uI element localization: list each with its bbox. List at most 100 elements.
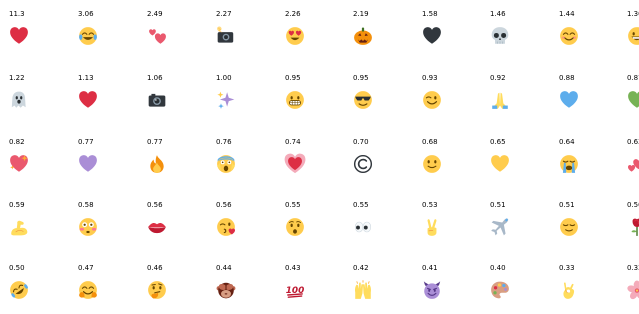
emoji-value-label: 0.56 — [216, 201, 232, 209]
red-heart-icon — [9, 26, 29, 46]
emoji-value-label: 0.62 — [627, 138, 639, 146]
emoji-cell: 0.42 — [353, 264, 413, 314]
emoji-cell: 0.32 — [627, 264, 639, 314]
emoji-cell: 1.13 — [78, 74, 138, 124]
thinking-face-icon — [147, 280, 167, 300]
emoji-cell: 0.55 — [285, 201, 345, 251]
emoji-cell: 2.26 — [285, 10, 345, 60]
emoji-cell: 0.51 — [490, 201, 550, 251]
sparkling-heart-icon — [9, 154, 29, 174]
ok-hand-icon — [559, 280, 579, 300]
slightly-smiling-face-icon — [422, 154, 442, 174]
emoji-value-label: 0.56 — [147, 201, 163, 209]
face-screaming-in-fear-icon — [216, 154, 236, 174]
face-with-tears-of-joy-icon — [78, 26, 98, 46]
copyright-icon — [353, 154, 373, 174]
emoji-cell: 1.44 — [559, 10, 619, 60]
loudly-crying-face-icon — [559, 154, 579, 174]
emoji-value-label: 0.74 — [285, 138, 301, 146]
emoji-cell: 2.19 — [353, 10, 413, 60]
emoji-cell: 0.68 — [422, 138, 482, 188]
emoji-cell: 1.58 — [422, 10, 482, 60]
winking-face-icon — [422, 90, 442, 110]
emoji-value-label: 0.50 — [627, 201, 639, 209]
emoji-value-label: 0.55 — [285, 201, 301, 209]
emoji-cell: 0.65 — [490, 138, 550, 188]
emoji-value-label: 0.82 — [9, 138, 25, 146]
eyes-icon — [353, 217, 373, 237]
emoji-value-label: 0.46 — [147, 264, 163, 272]
emoji-cell: 0.95 — [285, 74, 345, 124]
emoji-value-label: 1.13 — [78, 74, 94, 82]
emoji-cell: 0.87 — [627, 74, 639, 124]
emoji-cell: 1.30 — [627, 10, 639, 60]
hugging-face-icon — [78, 280, 98, 300]
emoji-cell: 1.22 — [9, 74, 69, 124]
see-no-evil-monkey-icon — [216, 280, 236, 300]
emoji-cell: 0.70 — [353, 138, 413, 188]
emoji-cell: 1.00 — [216, 74, 276, 124]
jack-o-lantern-icon — [353, 26, 373, 46]
emoji-cell: 0.92 — [490, 74, 550, 124]
emoji-cell: 0.47 — [78, 264, 138, 314]
ghost-icon — [9, 90, 29, 110]
airplane-icon — [490, 217, 510, 237]
emoji-cell: 2.49 — [147, 10, 207, 60]
hundred-points-icon: 100 — [285, 280, 305, 300]
emoji-cell: 0.50 — [627, 201, 639, 251]
emoji-value-label: 1.46 — [490, 10, 506, 18]
cherry-blossom-icon — [627, 280, 639, 300]
emoji-value-label: 0.53 — [422, 201, 438, 209]
emoji-value-label: 0.64 — [559, 138, 575, 146]
emoji-value-label: 11.3 — [9, 10, 25, 18]
emoji-cell: 0.56 — [216, 201, 276, 251]
grimacing-face-icon — [285, 90, 305, 110]
emoji-cell: 0.64 — [559, 138, 619, 188]
emoji-value-label: 0.59 — [9, 201, 25, 209]
emoji-value-label: 0.55 — [353, 201, 369, 209]
green-heart-icon — [627, 90, 639, 110]
emoji-value-label: 0.95 — [285, 74, 301, 82]
two-hearts-icon — [147, 26, 167, 46]
fire-icon — [147, 154, 167, 174]
relieved-face-icon — [559, 217, 579, 237]
emoji-cell: 0.62 — [627, 138, 639, 188]
emoji-cell: 0.59 — [9, 201, 69, 251]
emoji-value-label: 0.77 — [78, 138, 94, 146]
emoji-cell: 2.27 — [216, 10, 276, 60]
emoji-cell: 3.06 — [78, 10, 138, 60]
emoji-cell: 1.06 — [147, 74, 207, 124]
emoji-cell: 0.82 — [9, 138, 69, 188]
emoji-cell: 0.41 — [422, 264, 482, 314]
rolling-on-the-floor-laughing-icon — [9, 280, 29, 300]
emoji-value-label: 0.95 — [353, 74, 369, 82]
emoji-value-label: 0.32 — [627, 264, 639, 272]
folded-hands-icon — [490, 90, 510, 110]
artist-palette-icon — [490, 280, 510, 300]
revolving-hearts-icon — [627, 154, 639, 174]
heart-eyes-face-icon — [285, 26, 305, 46]
emoji-value-label: 0.76 — [216, 138, 232, 146]
emoji-value-label: 0.47 — [78, 264, 94, 272]
emoji-value-label: 2.19 — [353, 10, 369, 18]
emoji-cell: 0.77 — [147, 138, 207, 188]
emoji-cell: 0.44 — [216, 264, 276, 314]
emoji-value-label: 1.58 — [422, 10, 438, 18]
emoji-value-label: 0.33 — [559, 264, 575, 272]
emoji-value-label: 1.00 — [216, 74, 232, 82]
raising-hands-icon — [353, 280, 373, 300]
emoji-cell: 0.77 — [78, 138, 138, 188]
emoji-value-label: 2.26 — [285, 10, 301, 18]
emoji-cell: 0.88 — [559, 74, 619, 124]
emoji-cell: 0.51 — [559, 201, 619, 251]
emoji-cell: 11.3 — [9, 10, 69, 60]
sunglasses-face-icon — [353, 90, 373, 110]
growing-heart-icon — [284, 153, 306, 174]
smiling-face-with-horns-icon — [422, 280, 442, 300]
emoji-value-label: 0.50 — [9, 264, 25, 272]
flexed-biceps-icon — [9, 217, 29, 237]
emoji-cell: 0.58 — [78, 201, 138, 251]
emoji-cell: 0.76 — [216, 138, 276, 188]
emoji-cell: 0.95 — [353, 74, 413, 124]
emoji-cell: 0.53 — [422, 201, 482, 251]
